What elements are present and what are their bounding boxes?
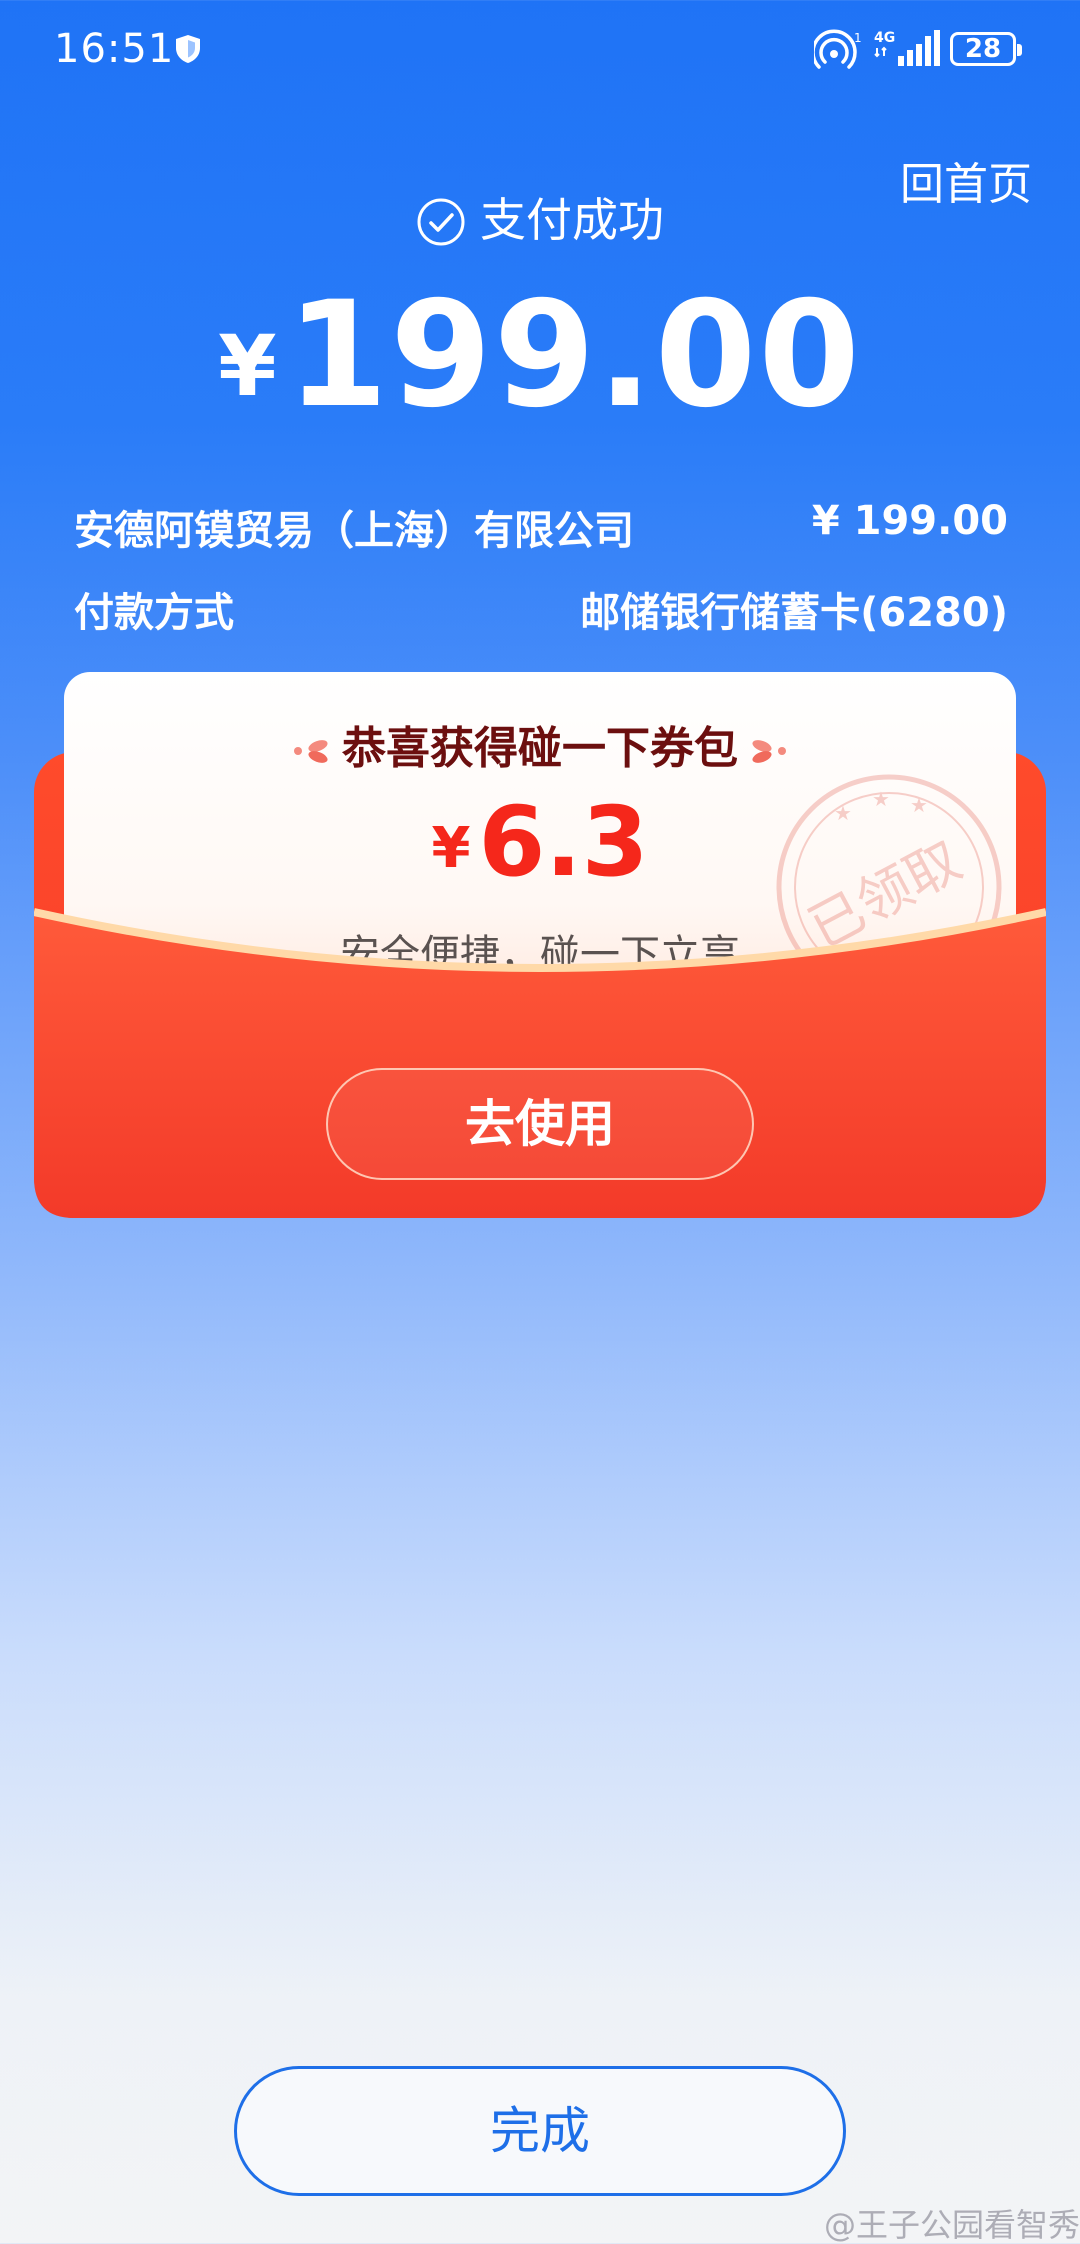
svg-text:1: 1 — [854, 31, 862, 45]
coupon-title-text: 恭喜获得碰一下券包 — [342, 723, 738, 774]
battery-indicator: 28 — [950, 32, 1022, 66]
check-circle-icon — [417, 198, 465, 245]
coupon-amount-value: 6.3 — [478, 786, 649, 898]
payment-status-text: 支付成功 — [480, 193, 664, 247]
amount-value: 199.00 — [286, 270, 862, 440]
payment-method-row: 付款方式 邮储银行储蓄卡(6280) — [74, 580, 1008, 638]
payment-amount: ¥199.00 — [0, 270, 1080, 440]
svg-text:4G: 4G — [874, 30, 895, 46]
payment-status: 支付成功 — [0, 184, 1080, 250]
done-button[interactable]: 完成 — [234, 2066, 846, 2196]
use-coupon-button[interactable]: 去使用 — [326, 1068, 754, 1180]
svg-text:★: ★ — [872, 787, 890, 811]
svg-text:★: ★ — [910, 793, 928, 817]
coupon-card: 恭喜获得碰一下券包 ¥6.3 安全便捷，碰一下立享 ★ ★ ★ 已领取 去使用 — [34, 672, 1046, 1218]
merchant-row: 安德阿镆贸易（上海）有限公司 ¥ 199.00 — [74, 498, 1008, 556]
petal-left-icon — [294, 740, 328, 763]
coupon-currency-symbol: ¥ — [431, 816, 471, 881]
payment-method-value: 邮储银行储蓄卡(6280) — [580, 590, 1008, 636]
merchant-name: 安德阿镆贸易（上海）有限公司 — [74, 508, 634, 554]
currency-symbol: ¥ — [218, 317, 277, 415]
hotspot-icon: 1 — [814, 29, 862, 69]
status-time: 16:51 — [54, 26, 175, 72]
payment-method-label: 付款方式 — [74, 590, 234, 636]
signal-4g-icon: 4G — [874, 30, 940, 66]
merchant-amount: ¥ 199.00 — [811, 498, 1008, 544]
watermark: @王子公园看智秀 — [823, 2206, 1080, 2244]
shield-icon — [176, 35, 200, 63]
svg-text:★: ★ — [834, 801, 852, 825]
status-bar: 16:51 1 4G 28 — [0, 0, 1080, 100]
